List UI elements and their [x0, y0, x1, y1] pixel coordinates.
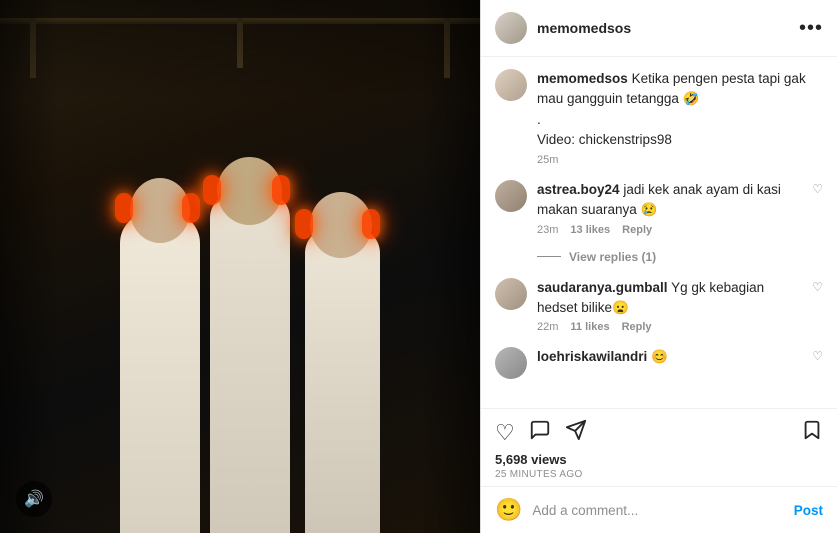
like-button[interactable]: ♡ — [495, 420, 515, 446]
sound-button[interactable]: 🔊 — [16, 481, 52, 517]
view-replies-line — [537, 256, 561, 257]
comment-meta-2: 22m 11 likes Reply — [537, 321, 802, 333]
bookmark-button[interactable] — [801, 419, 823, 447]
comment-text-3: loehriskawilandri 😊 — [537, 347, 802, 367]
caption-extra: . — [537, 112, 541, 127]
comment-text-2: saudaranya.gumball Yg gk kebagian hedset… — [537, 278, 802, 319]
share-button[interactable] — [565, 419, 587, 447]
person-2 — [195, 133, 305, 533]
like-icon-1[interactable]: ♡ — [812, 182, 823, 236]
caption-time: 25m — [537, 154, 823, 166]
avatar-header — [495, 12, 527, 44]
header-more-options[interactable]: ••• — [799, 18, 823, 38]
caption-text: memomedsos Ketika pengen pesta tapi gak … — [537, 69, 823, 150]
emoji-button[interactable]: 🙂 — [495, 497, 522, 523]
person-3 — [290, 173, 400, 533]
comment-time-2: 22m — [537, 321, 558, 333]
view-replies-text[interactable]: View replies (1) — [569, 250, 656, 264]
panel-header: memomedsos ••• — [481, 0, 837, 57]
comment-item: astrea.boy24 jadi kek anak ayam di kasi … — [495, 180, 823, 236]
like-icon-3[interactable]: ♡ — [812, 349, 823, 379]
caption-block: memomedsos Ketika pengen pesta tapi gak … — [495, 69, 823, 166]
caption-username[interactable]: memomedsos — [537, 71, 628, 86]
headset-glow-2a — [203, 175, 221, 205]
action-icons: ♡ — [495, 419, 823, 447]
comment-username-1[interactable]: astrea.boy24 — [537, 182, 620, 197]
avatar-comment-1 — [495, 180, 527, 212]
comment-button[interactable] — [529, 419, 551, 447]
headset-glow-2b — [272, 175, 290, 205]
info-panel: memomedsos ••• memomedsos Ketika pengen … — [480, 0, 837, 533]
sound-icon: 🔊 — [24, 489, 44, 509]
view-replies-1[interactable]: View replies (1) — [537, 250, 823, 264]
avatar-comment-2 — [495, 278, 527, 310]
headset-glow-3a — [295, 209, 313, 239]
comment-time-1: 23m — [537, 224, 558, 236]
comment-body-1: astrea.boy24 jadi kek anak ayam di kasi … — [537, 180, 802, 236]
comment-meta-1: 23m 13 likes Reply — [537, 224, 802, 236]
avatar-comment-3 — [495, 347, 527, 379]
video-panel: 🔊 — [0, 0, 480, 533]
headset-glow-3b — [362, 209, 380, 239]
comment-item-2: saudaranya.gumball Yg gk kebagian hedset… — [495, 278, 823, 334]
actions-bar: ♡ 5,698 views 25 MINUTES A — [481, 408, 837, 486]
reply-button-2[interactable]: Reply — [622, 321, 652, 333]
header-username[interactable]: memomedsos — [537, 20, 799, 36]
comment-body-2: saudaranya.gumball Yg gk kebagian hedset… — [537, 278, 802, 334]
avatar-caption — [495, 69, 527, 101]
comment-item-3: loehriskawilandri 😊 ♡ — [495, 347, 823, 379]
views-count: 5,698 views — [495, 452, 823, 467]
caption-video-credit: Video: chickenstrips98 — [537, 132, 672, 147]
comment-username-2[interactable]: saudaranya.gumball — [537, 280, 668, 295]
comments-area: memomedsos Ketika pengen pesta tapi gak … — [481, 57, 837, 408]
like-icon-2[interactable]: ♡ — [812, 280, 823, 334]
headset-glow-1a — [115, 193, 133, 223]
comment-input[interactable] — [532, 503, 783, 518]
add-comment-bar: 🙂 Post — [481, 486, 837, 533]
video-background — [0, 0, 480, 533]
comment-likes-1: 13 likes — [570, 224, 610, 236]
post-button[interactable]: Post — [794, 503, 823, 518]
comment-body-3: loehriskawilandri 😊 — [537, 347, 802, 379]
comment-text-1: astrea.boy24 jadi kek anak ayam di kasi … — [537, 180, 802, 221]
comment-likes-2: 11 likes — [570, 321, 609, 333]
time-ago: 25 MINUTES AGO — [495, 469, 823, 480]
comment-username-3[interactable]: loehriskawilandri — [537, 349, 647, 364]
reply-button-1[interactable]: Reply — [622, 224, 652, 236]
